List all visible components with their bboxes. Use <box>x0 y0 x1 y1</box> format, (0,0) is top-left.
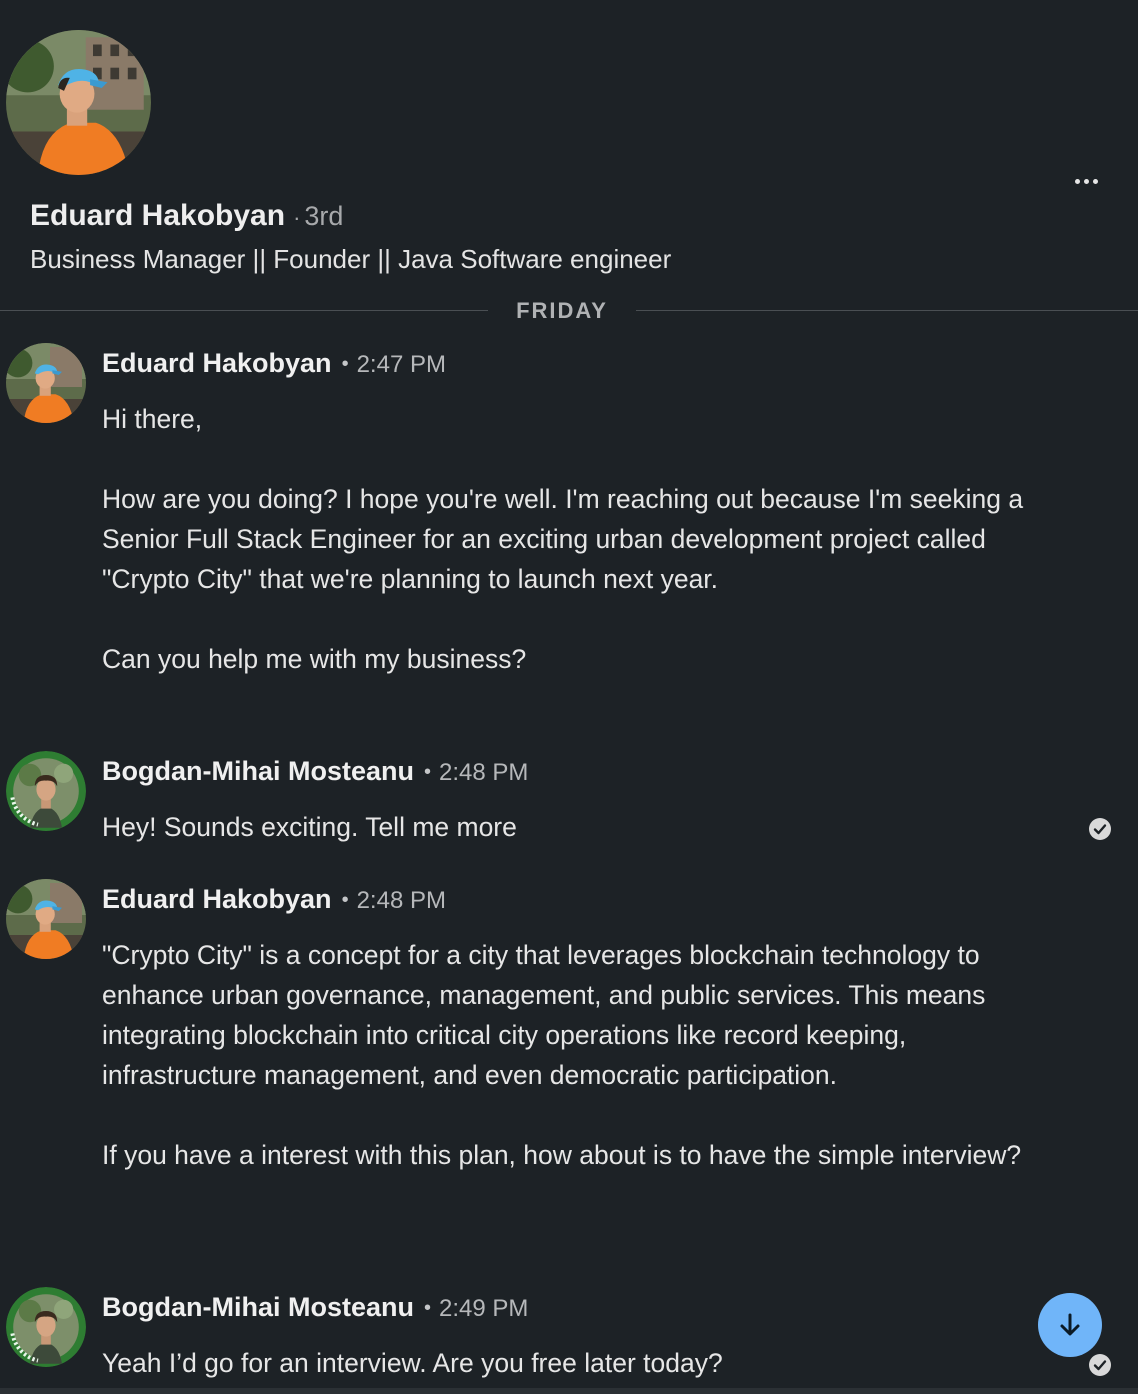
message-paragraph: If you have a interest with this plan, h… <box>102 1140 1022 1170</box>
profile-name-row: Eduard Hakobyan · 3rd <box>30 196 343 238</box>
scroll-to-bottom-button[interactable] <box>1038 1293 1102 1357</box>
divider-line <box>0 310 488 311</box>
sender-avatar[interactable] <box>6 879 86 959</box>
sender-avatar[interactable] <box>6 751 86 831</box>
more-options-dot <box>1083 178 1089 184</box>
message-body: Hi there, How are you doing? I hope you'… <box>102 399 1032 679</box>
message-paragraph: "Crypto City" is a concept for a city th… <box>102 940 986 1090</box>
sender-name[interactable]: Eduard Hakobyan <box>102 348 332 378</box>
message-paragraph: Hey! Sounds exciting. Tell me more <box>102 812 517 842</box>
arrow-down-icon <box>1060 1313 1080 1336</box>
profile-headline: Business Manager || Founder || Java Soft… <box>30 244 672 274</box>
connection-degree: 3rd <box>304 201 344 231</box>
message-paragraph: Hi there, <box>102 404 203 434</box>
avatar-photo <box>6 879 86 959</box>
more-options-icon <box>1074 178 1080 184</box>
message-header: Bogdan-Mihai Mosteanu • 2:49 PM <box>102 1289 528 1328</box>
message-time: 2:47 PM <box>356 351 446 378</box>
sender-name[interactable]: Bogdan-Mihai Mosteanu <box>102 756 414 786</box>
message-header: Bogdan-Mihai Mosteanu • 2:48 PM <box>102 753 528 792</box>
sender-name[interactable]: Bogdan-Mihai Mosteanu <box>102 1292 414 1322</box>
message-header: Eduard Hakobyan • 2:47 PM <box>102 345 446 384</box>
more-options-button[interactable] <box>1066 166 1106 196</box>
header-separator: • <box>424 761 432 783</box>
divider-line <box>636 310 1138 311</box>
message-body: Yeah I’d go for an interview. Are you fr… <box>102 1343 1032 1383</box>
more-options-dot <box>1092 178 1098 184</box>
sender-name[interactable]: Eduard Hakobyan <box>102 884 332 914</box>
message-time: 2:49 PM <box>439 1295 529 1322</box>
avatar-photo-open-to-work <box>6 751 86 831</box>
profile-name[interactable]: Eduard Hakobyan <box>30 199 285 232</box>
message-paragraph: Yeah I’d go for an interview. Are you fr… <box>102 1348 723 1378</box>
degree-separator: · <box>293 205 301 230</box>
header-separator: • <box>341 889 349 911</box>
message-body: Hey! Sounds exciting. Tell me more <box>102 807 1032 847</box>
read-receipt-check-icon <box>1088 817 1112 841</box>
header-separator: • <box>424 1297 432 1319</box>
read-receipt-check-icon <box>1088 1353 1112 1377</box>
messaging-thread: Eduard Hakobyan · 3rd Business Manager || … <box>0 0 1138 1394</box>
avatar-photo-open-to-work <box>6 1287 86 1367</box>
avatar-photo <box>6 343 86 423</box>
message-time: 2:48 PM <box>439 759 529 786</box>
date-label: FRIDAY <box>516 298 608 323</box>
message-paragraph: Can you help me with my business? <box>102 644 527 674</box>
profile-avatar[interactable] <box>6 30 151 175</box>
sender-avatar[interactable] <box>6 1287 86 1367</box>
header-separator: • <box>341 353 349 375</box>
message-paragraph: How are you doing? I hope you're well. I… <box>102 484 1024 594</box>
message-time: 2:48 PM <box>356 887 446 914</box>
message-header: Eduard Hakobyan • 2:48 PM <box>102 881 446 920</box>
composer-edge <box>0 1388 1138 1394</box>
profile-photo <box>6 30 151 175</box>
sender-avatar[interactable] <box>6 343 86 423</box>
date-divider: FRIDAY <box>0 296 1138 326</box>
message-body: "Crypto City" is a concept for a city th… <box>102 935 1032 1175</box>
